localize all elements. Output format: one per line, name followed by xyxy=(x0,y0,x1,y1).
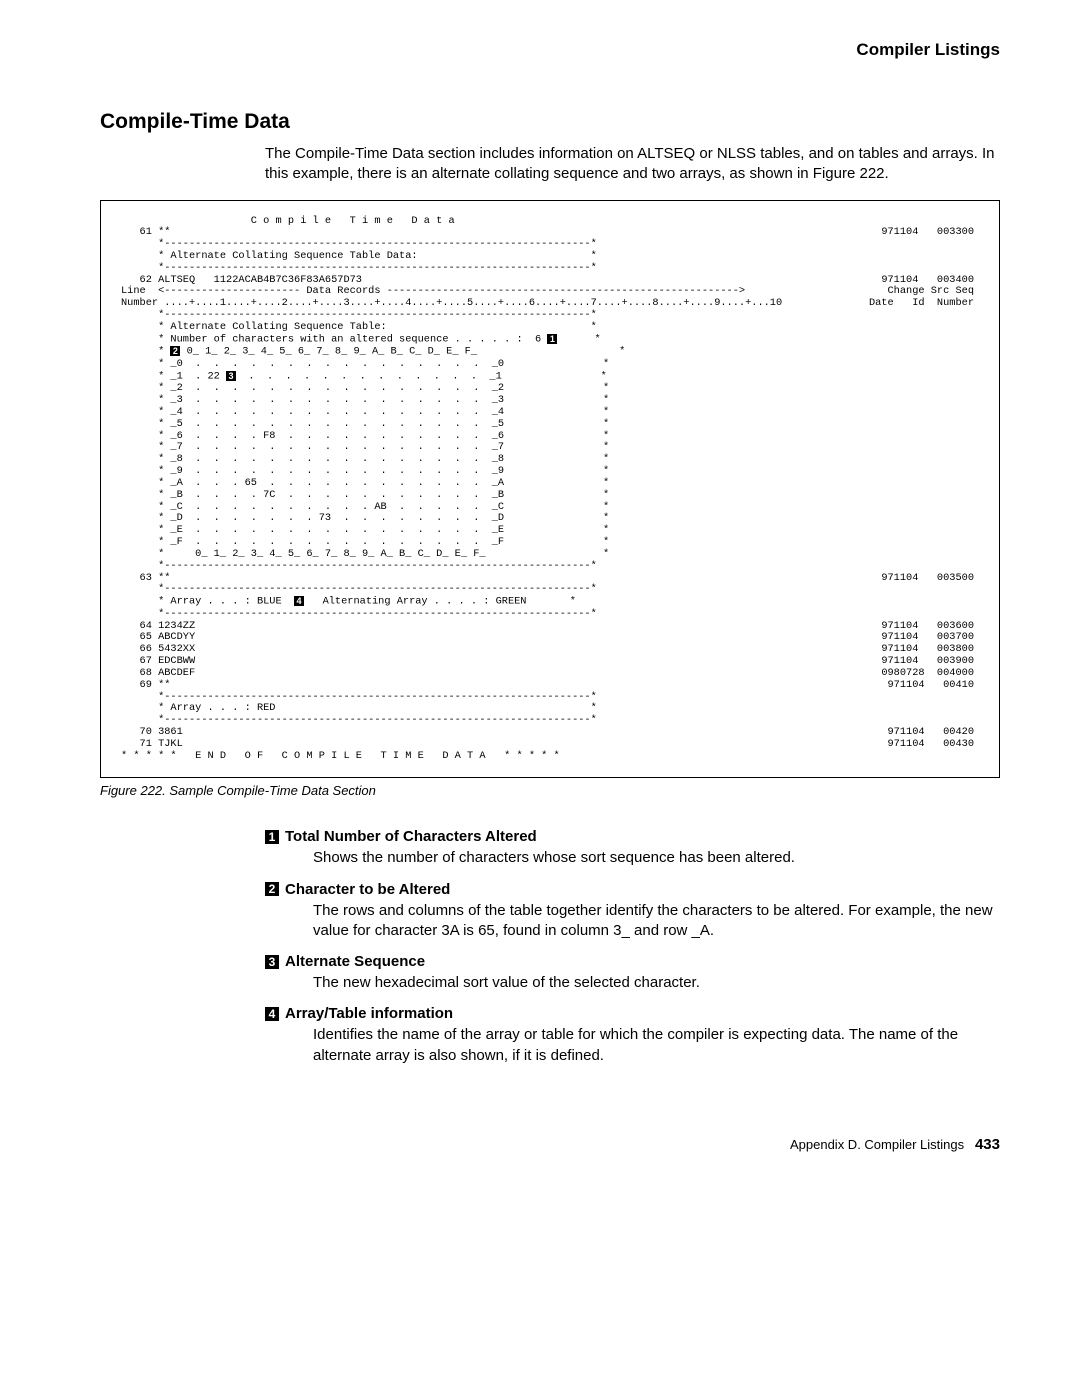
callout-body: The rows and columns of the table togeth… xyxy=(313,901,1000,942)
callout-1: 1 Total Number of Characters Altered Shows… xyxy=(265,828,1000,868)
callout-title: Array/Table information xyxy=(285,1005,453,1022)
figure-caption: Figure 222. Sample Compile-Time Data Sec… xyxy=(100,783,1000,798)
callout-3: 3 Alternate Sequence The new hexadecimal s… xyxy=(265,953,1000,993)
callouts: 1 Total Number of Characters Altered Shows… xyxy=(265,828,1000,1066)
listing-figure: C o m p i l e T i m e D a t a 61 **97110… xyxy=(100,200,1000,779)
callout-marker: 4 xyxy=(265,1007,279,1021)
callout-marker: 3 xyxy=(265,955,279,969)
footer-page: 433 xyxy=(975,1136,1000,1153)
callout-title: Character to be Altered xyxy=(285,881,450,898)
callout-4: 4 Array/Table information Identifies the n… xyxy=(265,1005,1000,1066)
callout-body: The new hexadecimal sort value of the se… xyxy=(313,973,1000,993)
callout-2: 2 Character to be Altered The rows and col… xyxy=(265,881,1000,942)
page-header: Compiler Listings xyxy=(100,40,1000,60)
callout-title: Total Number of Characters Altered xyxy=(285,828,537,845)
callout-title: Alternate Sequence xyxy=(285,953,425,970)
footer-text: Appendix D. Compiler Listings xyxy=(790,1137,964,1152)
page-footer: Appendix D. Compiler Listings 433 xyxy=(100,1136,1000,1153)
intro-paragraph: The Compile-Time Data section includes i… xyxy=(265,144,1000,185)
callout-body: Identifies the name of the array or tabl… xyxy=(313,1025,1000,1066)
callout-body: Shows the number of characters whose sor… xyxy=(313,848,1000,868)
callout-marker: 1 xyxy=(265,830,279,844)
callout-marker: 2 xyxy=(265,882,279,896)
section-title: Compile-Time Data xyxy=(100,110,1000,134)
